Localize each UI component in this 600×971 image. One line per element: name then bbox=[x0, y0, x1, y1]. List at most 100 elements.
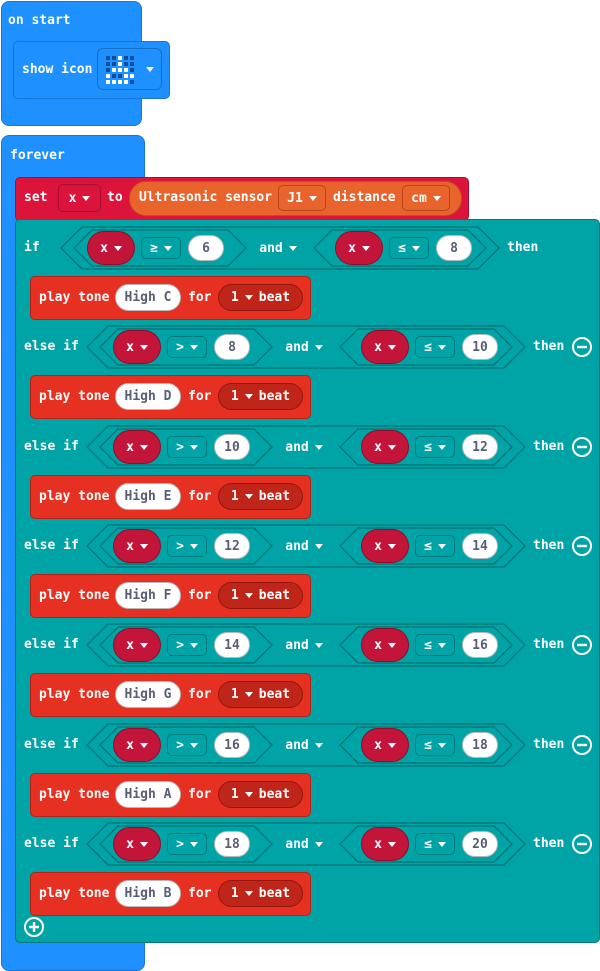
and-dropdown[interactable]: and bbox=[278, 634, 330, 656]
note-input[interactable]: High D bbox=[115, 383, 181, 410]
number-input[interactable]: 10 bbox=[214, 434, 250, 460]
beat-dropdown[interactable]: 1 beat bbox=[218, 681, 303, 708]
beat-dropdown[interactable]: 1 beat bbox=[218, 383, 303, 410]
remove-branch-button[interactable] bbox=[572, 735, 592, 755]
operator-dropdown[interactable]: ≤ bbox=[415, 336, 455, 358]
variable-x-reporter[interactable]: x bbox=[361, 827, 409, 861]
and-dropdown[interactable]: and bbox=[278, 833, 330, 855]
then-label: then bbox=[507, 240, 539, 255]
number-input[interactable]: 8 bbox=[214, 334, 250, 360]
number-input[interactable]: 16 bbox=[214, 732, 250, 758]
variable-x-reporter[interactable]: x bbox=[113, 628, 161, 662]
variable-x-reporter[interactable]: x bbox=[335, 231, 383, 265]
variable-x-reporter[interactable]: x bbox=[87, 231, 135, 265]
chevron-down-icon bbox=[411, 245, 420, 251]
then-label: then bbox=[533, 737, 565, 752]
number-input[interactable]: 8 bbox=[436, 235, 472, 261]
number-input[interactable]: 14 bbox=[462, 533, 498, 559]
note-input[interactable]: High B bbox=[115, 880, 181, 907]
remove-branch-button[interactable] bbox=[572, 635, 592, 655]
for-label: for bbox=[188, 290, 212, 305]
variable-dropdown[interactable]: x bbox=[58, 184, 101, 212]
else-if-label: else if bbox=[24, 538, 79, 553]
chevron-down-icon bbox=[139, 543, 148, 549]
operator-dropdown[interactable]: ≤ bbox=[415, 436, 455, 458]
operator-dropdown[interactable]: > bbox=[167, 734, 207, 756]
number-input[interactable]: 16 bbox=[462, 632, 498, 658]
variable-x-reporter[interactable]: x bbox=[361, 430, 409, 464]
number-input[interactable]: 14 bbox=[214, 632, 250, 658]
operator-dropdown[interactable]: > bbox=[167, 634, 207, 656]
note-input[interactable]: High G bbox=[115, 681, 181, 708]
operator-dropdown[interactable]: > bbox=[167, 436, 207, 458]
variable-x-reporter[interactable]: x bbox=[361, 330, 409, 364]
operator-dropdown[interactable]: ≥ bbox=[141, 237, 181, 259]
if-label: if bbox=[24, 240, 40, 255]
chevron-down-icon bbox=[387, 841, 396, 847]
chevron-down-icon bbox=[139, 841, 148, 847]
variable-x-reporter[interactable]: x bbox=[113, 827, 161, 861]
led-cell bbox=[124, 56, 128, 60]
note-input[interactable]: High A bbox=[115, 781, 181, 808]
number-input[interactable]: 6 bbox=[188, 235, 224, 261]
note-input[interactable]: High F bbox=[115, 582, 181, 609]
chevron-down-icon bbox=[244, 494, 253, 499]
for-label: for bbox=[188, 588, 212, 603]
add-branch-button[interactable] bbox=[24, 917, 44, 937]
variable-x-reporter[interactable]: x bbox=[113, 728, 161, 762]
chevron-down-icon bbox=[189, 742, 198, 748]
chevron-down-icon bbox=[139, 742, 148, 748]
beat-dropdown[interactable]: 1 beat bbox=[218, 483, 303, 510]
number-input[interactable]: 12 bbox=[462, 434, 498, 460]
remove-branch-button[interactable] bbox=[572, 337, 592, 357]
and-dropdown[interactable]: and bbox=[278, 535, 330, 557]
chevron-down-icon bbox=[189, 642, 198, 648]
minus-icon bbox=[577, 743, 587, 747]
beat-dropdown[interactable]: 1 beat bbox=[218, 880, 303, 907]
led-cell bbox=[118, 68, 122, 72]
operator-dropdown[interactable]: ≤ bbox=[415, 634, 455, 656]
number-input[interactable]: 10 bbox=[462, 334, 498, 360]
operator-dropdown[interactable]: > bbox=[167, 336, 207, 358]
operator-dropdown[interactable]: > bbox=[167, 535, 207, 557]
remove-branch-button[interactable] bbox=[572, 536, 592, 556]
variable-x-reporter[interactable]: x bbox=[113, 330, 161, 364]
minus-icon bbox=[577, 544, 587, 548]
port-dropdown[interactable]: J1 bbox=[278, 185, 326, 211]
number-input[interactable]: 18 bbox=[462, 732, 498, 758]
unit-dropdown[interactable]: cm bbox=[402, 185, 450, 211]
chevron-down-icon bbox=[189, 543, 198, 549]
operator-dropdown[interactable]: ≤ bbox=[415, 833, 455, 855]
number-input[interactable]: 12 bbox=[214, 533, 250, 559]
variable-x-reporter[interactable]: x bbox=[361, 628, 409, 662]
remove-branch-button[interactable] bbox=[572, 834, 592, 854]
variable-x-reporter[interactable]: x bbox=[361, 728, 409, 762]
beat-dropdown[interactable]: 1 beat bbox=[218, 781, 303, 808]
icon-picker-dropdown[interactable] bbox=[97, 48, 162, 90]
beat-dropdown[interactable]: 1 beat bbox=[218, 582, 303, 609]
operator-dropdown[interactable]: ≤ bbox=[389, 237, 429, 259]
remove-branch-button[interactable] bbox=[572, 437, 592, 457]
for-label: for bbox=[188, 886, 212, 901]
note-input[interactable]: High C bbox=[115, 284, 181, 311]
for-label: for bbox=[188, 787, 212, 802]
number-input[interactable]: 20 bbox=[462, 831, 498, 857]
note-input[interactable]: High E bbox=[115, 483, 181, 510]
variable-x-reporter[interactable]: x bbox=[361, 529, 409, 563]
operator-dropdown[interactable]: ≤ bbox=[415, 535, 455, 557]
and-dropdown[interactable]: and bbox=[278, 436, 330, 458]
and-dropdown[interactable]: and bbox=[278, 336, 330, 358]
and-dropdown[interactable]: and bbox=[278, 734, 330, 756]
operator-dropdown[interactable]: > bbox=[167, 833, 207, 855]
variable-x-reporter[interactable]: x bbox=[113, 430, 161, 464]
operator-dropdown[interactable]: ≤ bbox=[415, 734, 455, 756]
chevron-down-icon bbox=[387, 444, 396, 450]
else-if-label: else if bbox=[24, 637, 79, 652]
else-if-label: else if bbox=[24, 339, 79, 354]
then-label: then bbox=[533, 339, 565, 354]
number-input[interactable]: 18 bbox=[214, 831, 250, 857]
and-dropdown[interactable]: and bbox=[252, 237, 304, 259]
variable-x-reporter[interactable]: x bbox=[113, 529, 161, 563]
beat-dropdown[interactable]: 1 beat bbox=[218, 284, 303, 311]
chevron-down-icon bbox=[288, 245, 297, 251]
